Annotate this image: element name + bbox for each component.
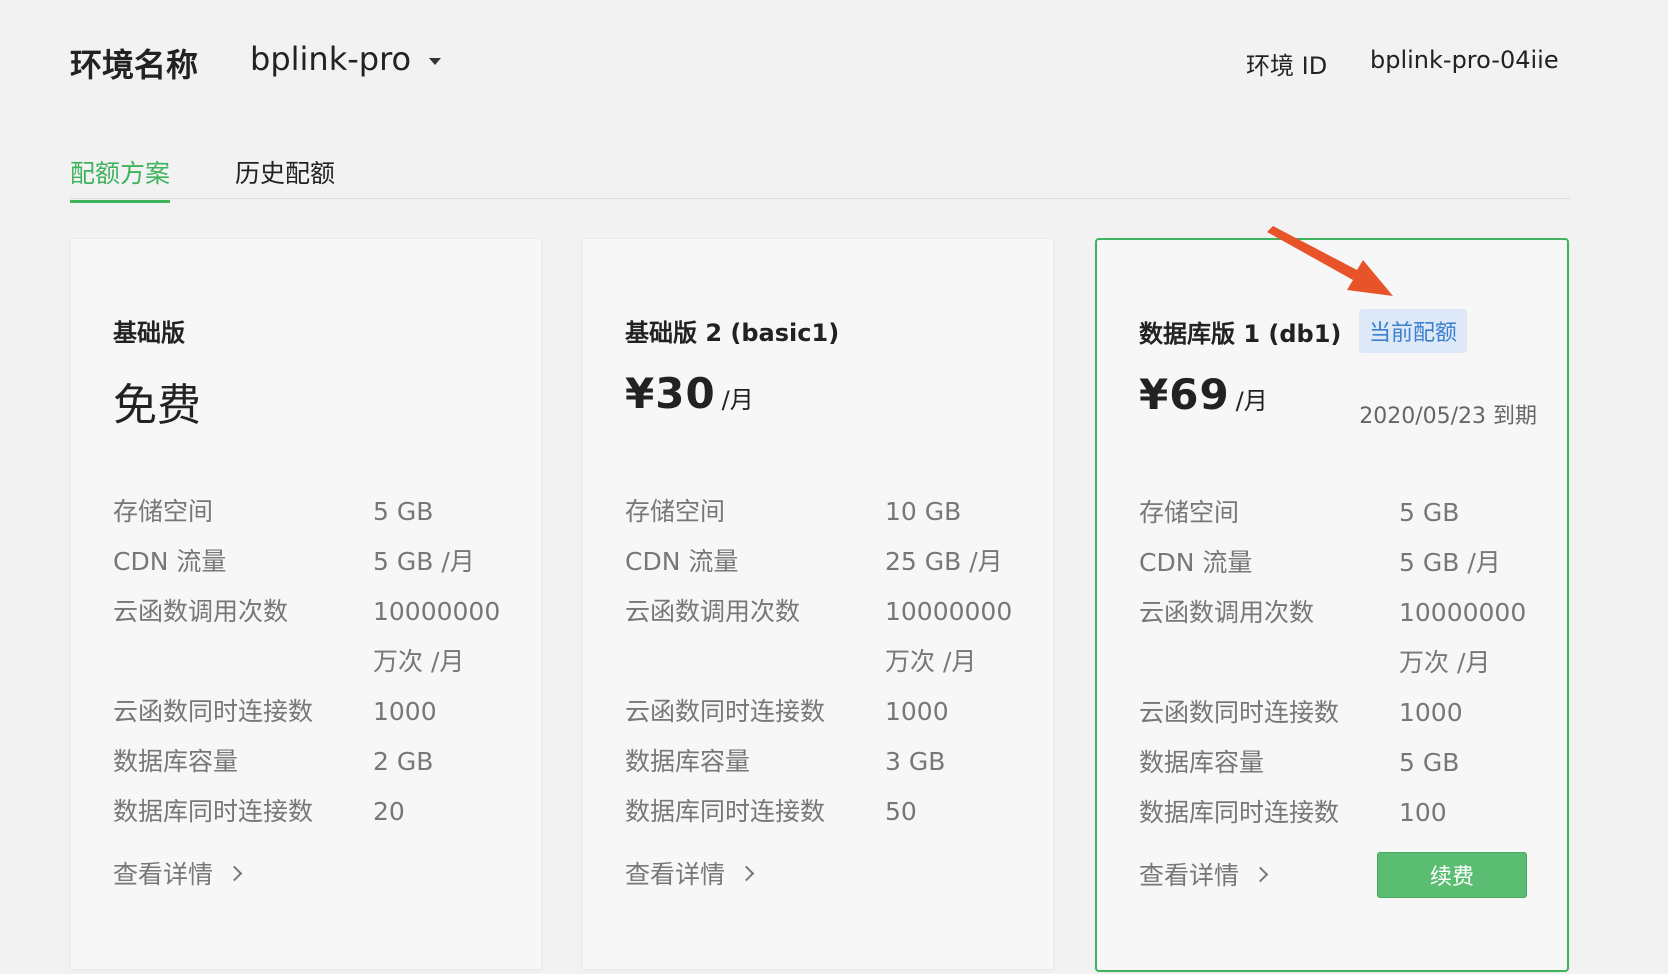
- expiry-date: 2020/05/23 到期: [1359, 404, 1537, 429]
- view-details-label: 查看详情: [113, 860, 214, 889]
- spec-label: 存储空间: [113, 497, 214, 526]
- tab-bar: 配额方案 历史配额: [70, 150, 1570, 203]
- spec-row-db-connections: 数据库同时连接数 50: [625, 787, 1035, 837]
- view-details-link[interactable]: 查看详情: [625, 855, 755, 891]
- plan-card-basic1: 基础版 2 (basic1) ¥30 /月 存储空间 10 GB CDN 流量 …: [582, 238, 1054, 970]
- spec-value: 10000000 万次 /月: [1399, 588, 1549, 688]
- env-id-value: bplink-pro-04iie: [1370, 46, 1559, 74]
- spec-label: 数据库同时连接数: [1139, 798, 1340, 827]
- spec-row-db-capacity: 数据库容量 3 GB: [625, 737, 1035, 787]
- spec-label: 数据库容量: [113, 747, 239, 776]
- spec-value: 3 GB: [885, 747, 946, 776]
- spec-label: 云函数调用次数: [113, 597, 289, 626]
- env-select[interactable]: bplink-pro: [250, 40, 442, 78]
- spec-row-function-calls: 云函数调用次数 10000000 万次 /月: [1139, 588, 1549, 688]
- view-details-label: 查看详情: [1139, 861, 1240, 890]
- tab-quota-history[interactable]: 历史配额: [235, 154, 335, 200]
- renew-button[interactable]: 续费: [1377, 852, 1527, 898]
- spec-row-storage: 存储空间 10 GB: [625, 487, 1035, 537]
- spec-label: 数据库容量: [1139, 748, 1265, 777]
- spec-row-db-capacity: 数据库容量 2 GB: [113, 737, 523, 787]
- spec-label: 存储空间: [1139, 498, 1240, 527]
- price-amount: ¥69: [1139, 370, 1230, 419]
- spec-label: 云函数调用次数: [625, 597, 801, 626]
- spec-label: CDN 流量: [1139, 548, 1253, 577]
- env-id-label: 环境 ID: [1246, 52, 1328, 80]
- spec-value: 1000: [1399, 698, 1463, 727]
- spec-row-cdn: CDN 流量 25 GB /月: [625, 537, 1035, 587]
- spec-row-function-connections: 云函数同时连接数 1000: [625, 687, 1035, 737]
- price-amount: ¥30: [625, 369, 716, 418]
- spec-value-line: 10000000: [885, 597, 1013, 626]
- spec-label: CDN 流量: [625, 547, 739, 576]
- current-quota-badge: 当前配额: [1359, 309, 1468, 353]
- spec-row-function-calls: 云函数调用次数 10000000 万次 /月: [113, 587, 523, 687]
- caret-down-icon: [429, 57, 442, 65]
- spec-value-line: 10000000: [373, 597, 501, 626]
- spec-label: 数据库同时连接数: [625, 797, 826, 826]
- view-details-link[interactable]: 查看详情: [113, 855, 243, 891]
- spec-value-unit: 万次 /月: [373, 647, 465, 676]
- env-name-label: 环境名称: [70, 46, 199, 84]
- spec-label: 云函数同时连接数: [625, 697, 826, 726]
- plan-price: 免费: [113, 380, 201, 431]
- spec-row-db-capacity: 数据库容量 5 GB: [1139, 738, 1549, 788]
- spec-value: 10 GB: [885, 497, 962, 526]
- spec-row-function-connections: 云函数同时连接数 1000: [113, 687, 523, 737]
- chevron-right-icon: [226, 865, 243, 881]
- spec-value: 1000: [885, 697, 949, 726]
- spec-value: 5 GB /月: [373, 547, 475, 576]
- plan-name: 数据库版 1 (db1): [1139, 320, 1342, 348]
- spec-value-unit: 万次 /月: [1399, 648, 1491, 677]
- plan-name: 基础版 2 (basic1): [625, 319, 840, 347]
- spec-value-line: 10000000: [1399, 598, 1527, 627]
- spec-label: 数据库容量: [625, 747, 751, 776]
- spec-label: 数据库同时连接数: [113, 797, 314, 826]
- chevron-right-icon: [1252, 866, 1269, 882]
- spec-value: 25 GB /月: [885, 547, 1003, 576]
- spec-value: 20: [373, 797, 405, 826]
- spec-value: 5 GB /月: [1399, 548, 1501, 577]
- spec-label: 云函数同时连接数: [113, 697, 314, 726]
- spec-row-cdn: CDN 流量 5 GB /月: [113, 537, 523, 587]
- spec-value-unit: 万次 /月: [885, 647, 977, 676]
- plan-specs: 存储空间 10 GB CDN 流量 25 GB /月 云函数调用次数 10000…: [625, 487, 1035, 837]
- spec-value: 1000: [373, 697, 437, 726]
- header: 环境名称 bplink-pro 环境 ID bplink-pro-04iie: [70, 32, 1570, 88]
- annotation-arrow-icon: [1267, 226, 1393, 296]
- chevron-right-icon: [738, 865, 755, 881]
- plan-name: 基础版: [113, 319, 185, 347]
- spec-row-function-connections: 云函数同时连接数 1000: [1139, 688, 1549, 738]
- spec-row-function-calls: 云函数调用次数 10000000 万次 /月: [625, 587, 1035, 687]
- spec-row-db-connections: 数据库同时连接数 100: [1139, 788, 1549, 838]
- spec-value: 5 GB: [373, 497, 434, 526]
- spec-label: 云函数同时连接数: [1139, 698, 1340, 727]
- spec-value: 100: [1399, 798, 1447, 827]
- price-unit: /月: [721, 386, 754, 414]
- spec-row-storage: 存储空间 5 GB: [113, 487, 523, 537]
- spec-row-cdn: CDN 流量 5 GB /月: [1139, 538, 1549, 588]
- plan-price: ¥30 /月: [625, 369, 754, 418]
- spec-label: CDN 流量: [113, 547, 227, 576]
- plan-specs: 存储空间 5 GB CDN 流量 5 GB /月 云函数调用次数 1000000…: [113, 487, 523, 837]
- spec-label: 云函数调用次数: [1139, 598, 1315, 627]
- plan-price: ¥69 /月: [1139, 370, 1268, 419]
- spec-row-storage: 存储空间 5 GB: [1139, 488, 1549, 538]
- spec-value: 10000000 万次 /月: [885, 587, 1035, 687]
- view-details-label: 查看详情: [625, 860, 726, 889]
- spec-label: 存储空间: [625, 497, 726, 526]
- plan-card-basic: 基础版 免费 存储空间 5 GB CDN 流量 5 GB /月 云函数调用次数 …: [70, 238, 542, 970]
- spec-value: 50: [885, 797, 917, 826]
- tab-quota-plans[interactable]: 配额方案: [70, 154, 171, 203]
- spec-value: 5 GB: [1399, 748, 1460, 777]
- spec-value: 2 GB: [373, 747, 434, 776]
- view-details-link[interactable]: 查看详情: [1139, 856, 1269, 892]
- plan-specs: 存储空间 5 GB CDN 流量 5 GB /月 云函数调用次数 1000000…: [1139, 488, 1549, 838]
- spec-value: 10000000 万次 /月: [373, 587, 523, 687]
- env-select-value: bplink-pro: [250, 40, 412, 78]
- price-unit: /月: [1235, 387, 1268, 415]
- plan-card-db1: 数据库版 1 (db1) 当前配额 ¥69 /月 2020/05/23 到期 存…: [1095, 238, 1569, 972]
- spec-value: 5 GB: [1399, 498, 1460, 527]
- spec-row-db-connections: 数据库同时连接数 20: [113, 787, 523, 837]
